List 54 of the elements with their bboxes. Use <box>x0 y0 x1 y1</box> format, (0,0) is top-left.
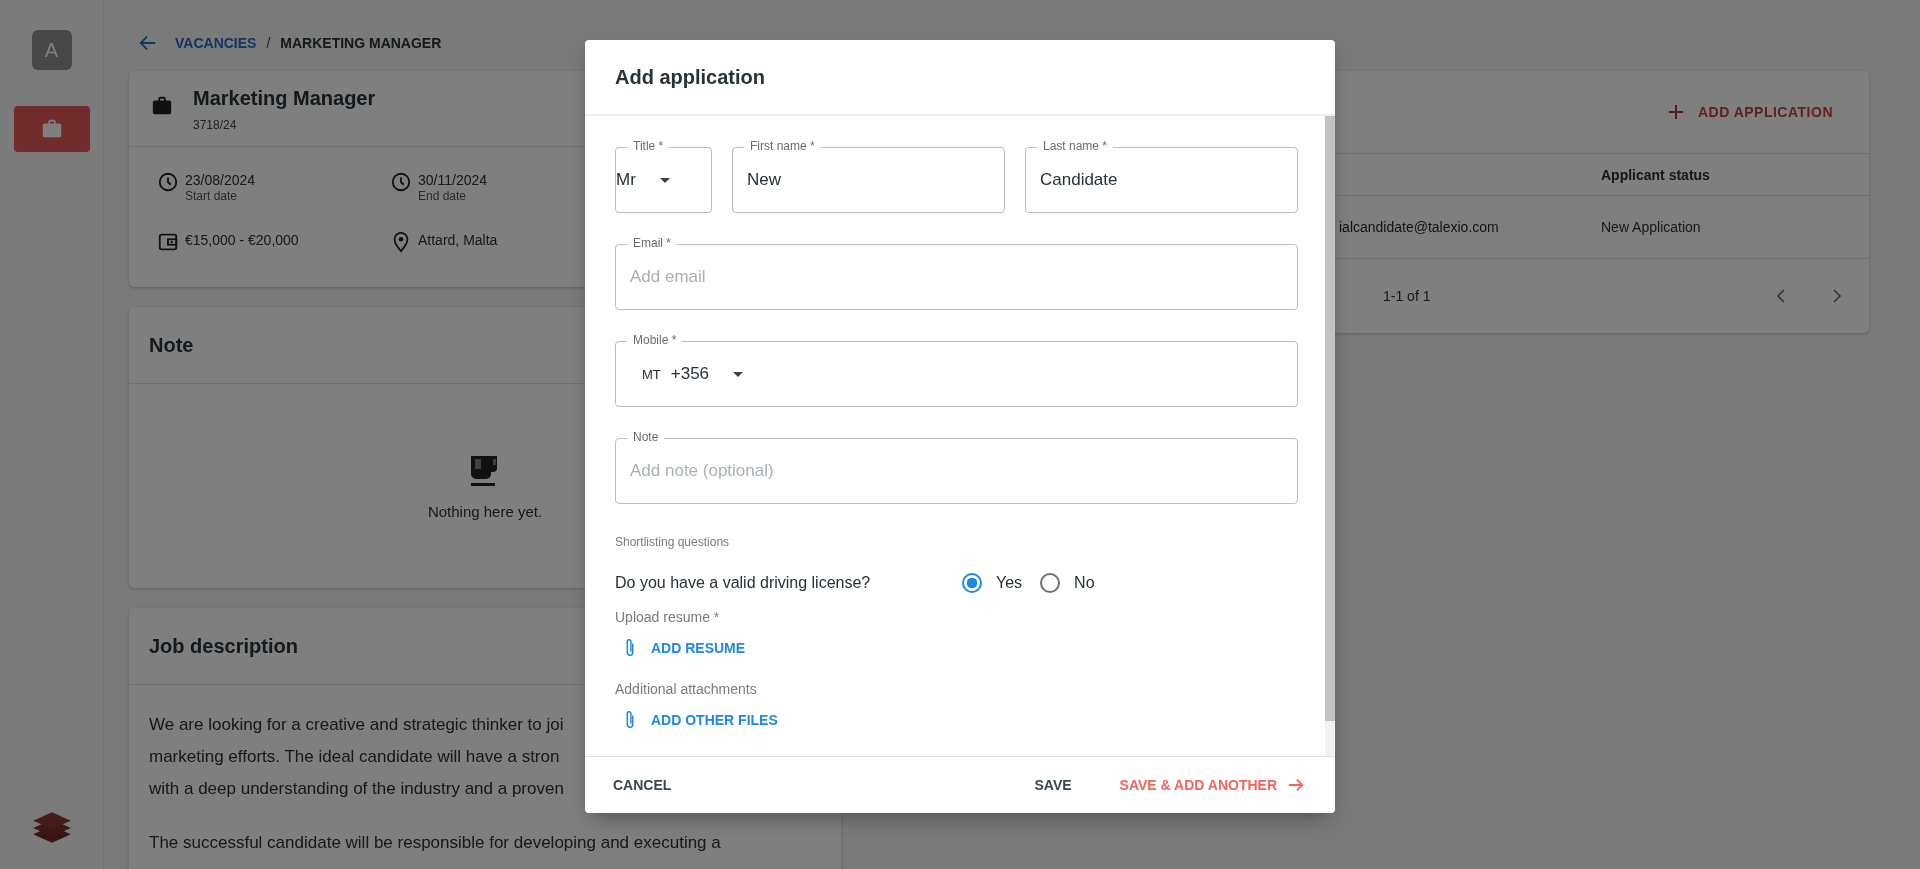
field-value: Mr <box>616 170 636 190</box>
empty-state-text: Nothing here yet. <box>427 502 543 520</box>
breadcrumb-current: MARKETING MANAGER <box>280 35 442 51</box>
scrollbar[interactable] <box>1325 116 1335 721</box>
country-code: MT <box>642 366 661 382</box>
field-label: Note <box>627 430 665 444</box>
caret-down-icon <box>659 177 670 183</box>
upload-label: Upload resume * <box>615 609 721 625</box>
save-button[interactable]: SAVE <box>1022 769 1084 801</box>
field-label: Email * <box>627 236 677 250</box>
upload-label: Additional attachments <box>615 681 758 697</box>
detail-label: Start date <box>185 189 239 203</box>
card-title: Job description <box>149 634 298 658</box>
detail-value: Attard, Malta <box>418 231 498 249</box>
column-header: Applicant status <box>1601 166 1711 183</box>
dial-code: +356 <box>670 364 710 384</box>
clock-icon <box>157 171 179 193</box>
detail-value: 30/11/2024 <box>418 171 488 189</box>
vacancies-nav-button[interactable] <box>13 106 90 152</box>
briefcase-icon <box>151 95 173 117</box>
table-cell-text: ialcandidate@talexio.com <box>1339 219 1500 235</box>
detail-label: End date <box>418 189 468 203</box>
chevron-left-icon[interactable] <box>1775 288 1787 304</box>
wallet-icon <box>157 231 179 253</box>
field-label: First name * <box>744 139 821 153</box>
caret-down-icon <box>733 371 744 377</box>
attach-button[interactable]: ADD RESUME <box>615 631 754 665</box>
breadcrumb-separator: / <box>266 35 271 51</box>
table-cell-text: New Application <box>1601 219 1702 235</box>
radio-label: No <box>1074 574 1095 592</box>
field-label: Last name * <box>1037 139 1114 153</box>
clock-icon <box>390 171 412 193</box>
question-text: Do you have a valid driving license? <box>615 574 872 592</box>
field-label: Title * <box>627 139 670 153</box>
radio-button[interactable] <box>1040 573 1061 593</box>
description-paragraph: We are looking for a creative and strategic thinker to joi marketing efforts. The ideal candidate will have a stron with a deep understanding of the industry and a proven <box>149 714 564 800</box>
dialog-title: Add application <box>615 65 765 89</box>
radio-label: Yes <box>996 574 1023 592</box>
section-title: Shortlisting questions <box>615 535 731 549</box>
field-label: Mobile * <box>627 333 683 347</box>
cancel-button[interactable]: CANCEL <box>601 769 684 801</box>
attach-button[interactable]: ADD OTHER FILES <box>615 703 786 737</box>
description-paragraph: The successful candidate will be responsible for developing and executing a <box>149 832 721 854</box>
pagination-range: 1-1 of 1 <box>1383 288 1431 304</box>
radio-button[interactable] <box>962 573 982 593</box>
card-title: Note <box>149 333 194 357</box>
detail-value: €15,000 - €20,000 <box>185 231 299 249</box>
plus-icon <box>1667 104 1684 120</box>
chevron-right-icon[interactable] <box>1831 288 1843 304</box>
vacancy-code: 3718/24 <box>193 118 238 132</box>
arrow-right-icon <box>1287 776 1305 794</box>
detail-value: 23/08/2024 <box>185 171 256 189</box>
briefcase-icon <box>40 118 63 140</box>
vacancy-title: Marketing Manager <box>193 87 376 110</box>
